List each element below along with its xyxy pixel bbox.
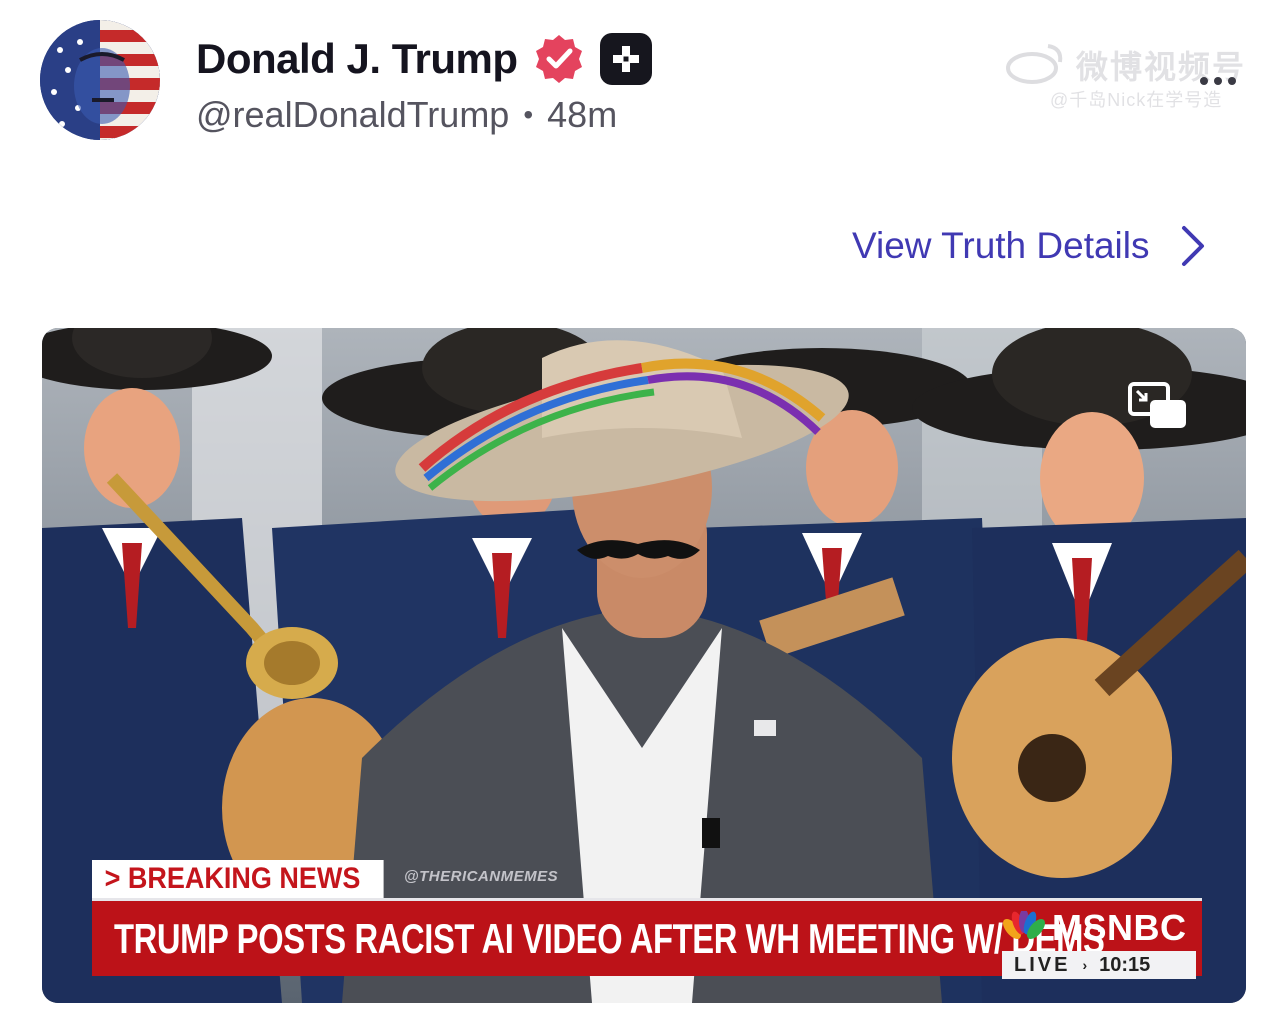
video-credit: @THERICANMEMES: [404, 868, 559, 885]
more-dots-icon: [1200, 77, 1208, 85]
breaking-news-tag: > BREAKING NEWS: [92, 860, 384, 898]
avatar[interactable]: [40, 20, 160, 140]
author-handle[interactable]: @realDonaldTrump: [196, 94, 509, 136]
weibo-logo-icon: [1006, 44, 1063, 84]
author-display-name[interactable]: Donald J. Trump: [196, 35, 518, 83]
author-meta: @realDonaldTrump • 48m: [196, 94, 617, 136]
post-age: 48m: [547, 94, 618, 135]
live-time: 10:15: [1099, 953, 1151, 976]
network-name: MSNBC: [1052, 907, 1187, 948]
peacock-logo-icon: [1003, 911, 1045, 939]
meta-separator: •: [523, 99, 534, 130]
news-chyron: > BREAKING NEWS @THERICANMEMES TRUMP POS…: [92, 860, 1202, 979]
live-arrow-icon: ›: [1082, 957, 1088, 973]
picture-in-picture-button[interactable]: [1128, 380, 1188, 430]
picture-in-picture-icon: [1128, 382, 1186, 428]
verified-badge-icon: [535, 35, 582, 83]
plus-badge-icon: [599, 33, 652, 85]
live-indicator: LIVE › 10:15: [1002, 951, 1196, 979]
view-truth-details-label: View Truth Details: [852, 225, 1150, 266]
view-truth-details-link[interactable]: View Truth Details: [852, 218, 1206, 274]
avatar-image: [40, 20, 160, 140]
author-name-row: Donald J. Trump: [196, 32, 652, 86]
video-player[interactable]: > BREAKING NEWS @THERICANMEMES TRUMP POS…: [42, 328, 1246, 1003]
live-label: LIVE: [1014, 953, 1071, 976]
chevron-right-icon: [1181, 226, 1204, 266]
chyron-headline: TRUMP POSTS RACIST AI VIDEO AFTER WH MEE…: [114, 915, 1105, 962]
more-dot: [1214, 77, 1222, 85]
more-dot: [1228, 77, 1236, 85]
network-logo: MSNBC: [1002, 907, 1187, 949]
more-options-button[interactable]: [1192, 66, 1244, 96]
headline-bar: TRUMP POSTS RACIST AI VIDEO AFTER WH MEE…: [92, 898, 1202, 979]
